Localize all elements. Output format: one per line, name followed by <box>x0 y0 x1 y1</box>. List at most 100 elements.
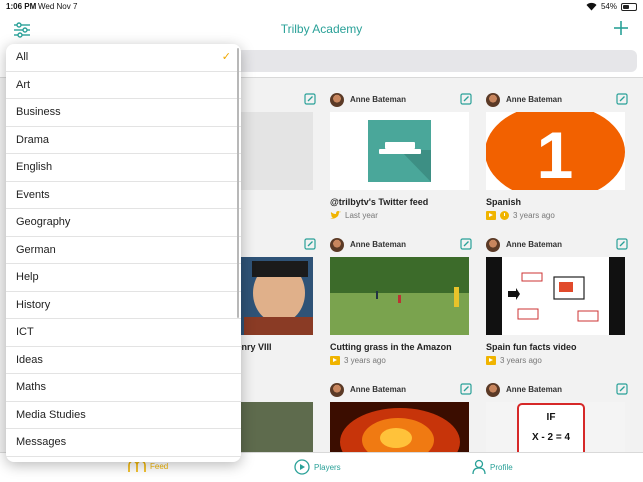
feed-card[interactable]: Anne Bateman @trilbytv's Twitter feed La… <box>330 92 473 220</box>
edit-icon[interactable] <box>460 93 472 105</box>
filter-option-label: Maths <box>16 381 46 393</box>
card-header: Anne Bateman <box>330 382 473 398</box>
feed-card[interactable]: Anne Bateman <box>330 382 473 452</box>
edit-icon[interactable] <box>616 238 628 250</box>
filter-option-label: Drama <box>16 133 50 146</box>
filter-option[interactable]: Messages <box>6 429 241 457</box>
dropdown-scrollbar[interactable] <box>237 48 239 318</box>
card-meta: 3 years ago <box>486 211 555 220</box>
card-header: Anne Bateman <box>330 237 473 253</box>
feed-card[interactable]: Anne Bateman 1 Spanish 3 years ago <box>486 92 629 220</box>
card-thumbnail: IF X - 2 = 4 <box>486 402 625 452</box>
filter-option-label: Geography <box>16 216 71 228</box>
avatar <box>486 93 500 107</box>
filter-option[interactable]: English <box>6 154 241 182</box>
card-header: Anne Bateman <box>486 237 629 253</box>
filter-option-label: Art <box>16 78 31 91</box>
feed-card[interactable]: Anne Bateman IF X - 2 = 4 <box>486 382 629 452</box>
filter-option-label: Business <box>16 106 61 118</box>
feed-card[interactable]: Anne Bateman Cutting grass in the Amazon… <box>330 237 473 365</box>
filter-option[interactable]: History <box>6 292 241 319</box>
video-badge-icon <box>486 356 496 365</box>
tab-profile[interactable]: Profile <box>472 459 513 475</box>
filter-option[interactable]: Media Studies <box>6 402 241 429</box>
wifi-icon <box>586 2 597 11</box>
filter-list: All ✓ Art Business Drama English Events Geograp… <box>6 44 241 457</box>
filter-option-label: Help <box>16 271 39 283</box>
card-author: Anne Bateman <box>506 240 563 249</box>
card-author: Anne Bateman <box>350 385 407 394</box>
spain-facts-thumbnail <box>486 257 625 335</box>
status-bar: 1:06 PM Wed Nov 7 54% <box>0 0 643 14</box>
card-date: 3 years ago <box>344 356 386 365</box>
filter-option[interactable]: Business <box>6 99 241 127</box>
edit-icon[interactable] <box>616 93 628 105</box>
card-date: 3 years ago <box>500 356 542 365</box>
filter-option[interactable]: All ✓ <box>6 44 241 72</box>
card-thumbnail <box>330 402 469 452</box>
battery-level <box>623 4 629 9</box>
card-author: Anne Bateman <box>506 95 563 104</box>
page-title: Trilby Academy <box>280 22 363 36</box>
filter-option[interactable]: Help <box>6 264 241 292</box>
spanish-thumbnail: 1 <box>486 112 625 190</box>
card-author: Anne Bateman <box>506 385 563 394</box>
filter-option-label: Messages <box>16 436 67 448</box>
filter-option[interactable]: Ideas <box>6 347 241 374</box>
filter-option-label: History <box>16 298 51 311</box>
edit-icon[interactable] <box>304 238 316 250</box>
filter-option-label: English <box>16 161 53 173</box>
video-badge-icon <box>486 211 496 220</box>
card-thumbnail <box>330 112 469 190</box>
add-icon[interactable] <box>611 18 631 38</box>
filter-option-label: All <box>16 51 29 63</box>
filter-option[interactable]: Maths <box>6 374 241 402</box>
filter-option[interactable]: ICT <box>6 319 241 347</box>
tab-players[interactable]: Players <box>294 459 341 475</box>
filter-option[interactable]: Geography <box>6 209 241 237</box>
maths-thumbnail: IF X - 2 = 4 <box>517 403 585 452</box>
filter-dropdown: All ✓ Art Business Drama English Events Geograp… <box>6 44 241 462</box>
card-meta: 3 years ago <box>330 356 386 365</box>
edit-icon[interactable] <box>460 238 472 250</box>
play-circle-icon <box>294 459 310 475</box>
fire-photo <box>330 402 469 452</box>
nav-bar: Trilby Academy <box>0 14 643 46</box>
edit-icon[interactable] <box>460 383 472 395</box>
filter-option-label: Ideas <box>16 353 43 366</box>
card-thumbnail <box>486 257 625 335</box>
card-author: Anne Bateman <box>350 95 407 104</box>
avatar <box>486 238 500 252</box>
edit-icon[interactable] <box>304 93 316 105</box>
filter-option[interactable]: Events <box>6 182 241 209</box>
avatar <box>330 93 344 107</box>
card-thumbnail: 1 <box>486 112 625 190</box>
checkmark-icon: ✓ <box>221 51 231 63</box>
feed-card[interactable]: Anne Bateman Spain fun facts video 3 yea… <box>486 237 629 365</box>
battery-icon <box>621 2 637 11</box>
amazon-photo <box>330 257 469 335</box>
filter-option[interactable]: Art <box>6 72 241 99</box>
edit-icon[interactable] <box>616 383 628 395</box>
avatar <box>330 238 344 252</box>
twitter-icon <box>330 211 341 219</box>
card-title: Spanish <box>486 197 522 207</box>
filter-option[interactable]: Drama <box>6 127 241 154</box>
card-title: Cutting grass in the Amazon <box>330 342 452 352</box>
card-title: Spain fun facts video <box>486 342 577 352</box>
tab-label: Players <box>314 462 341 472</box>
filter-option-label: ICT <box>16 326 34 338</box>
filter-option[interactable]: German <box>6 237 241 264</box>
card-header: Anne Bateman <box>486 382 629 398</box>
card-author: Anne Bateman <box>350 240 407 249</box>
avatar <box>486 383 500 397</box>
status-date: Wed Nov 7 <box>38 2 78 11</box>
filter-option-label: Media Studies <box>16 408 86 421</box>
filter-option-label: German <box>16 243 56 256</box>
filter-option-label: Events <box>16 188 50 201</box>
trilby-logo-icon <box>368 120 431 182</box>
maths-line-1: IF <box>547 412 556 423</box>
card-date: 3 years ago <box>513 211 555 220</box>
card-header: Anne Bateman <box>486 92 629 108</box>
status-right: 54% <box>586 2 637 11</box>
